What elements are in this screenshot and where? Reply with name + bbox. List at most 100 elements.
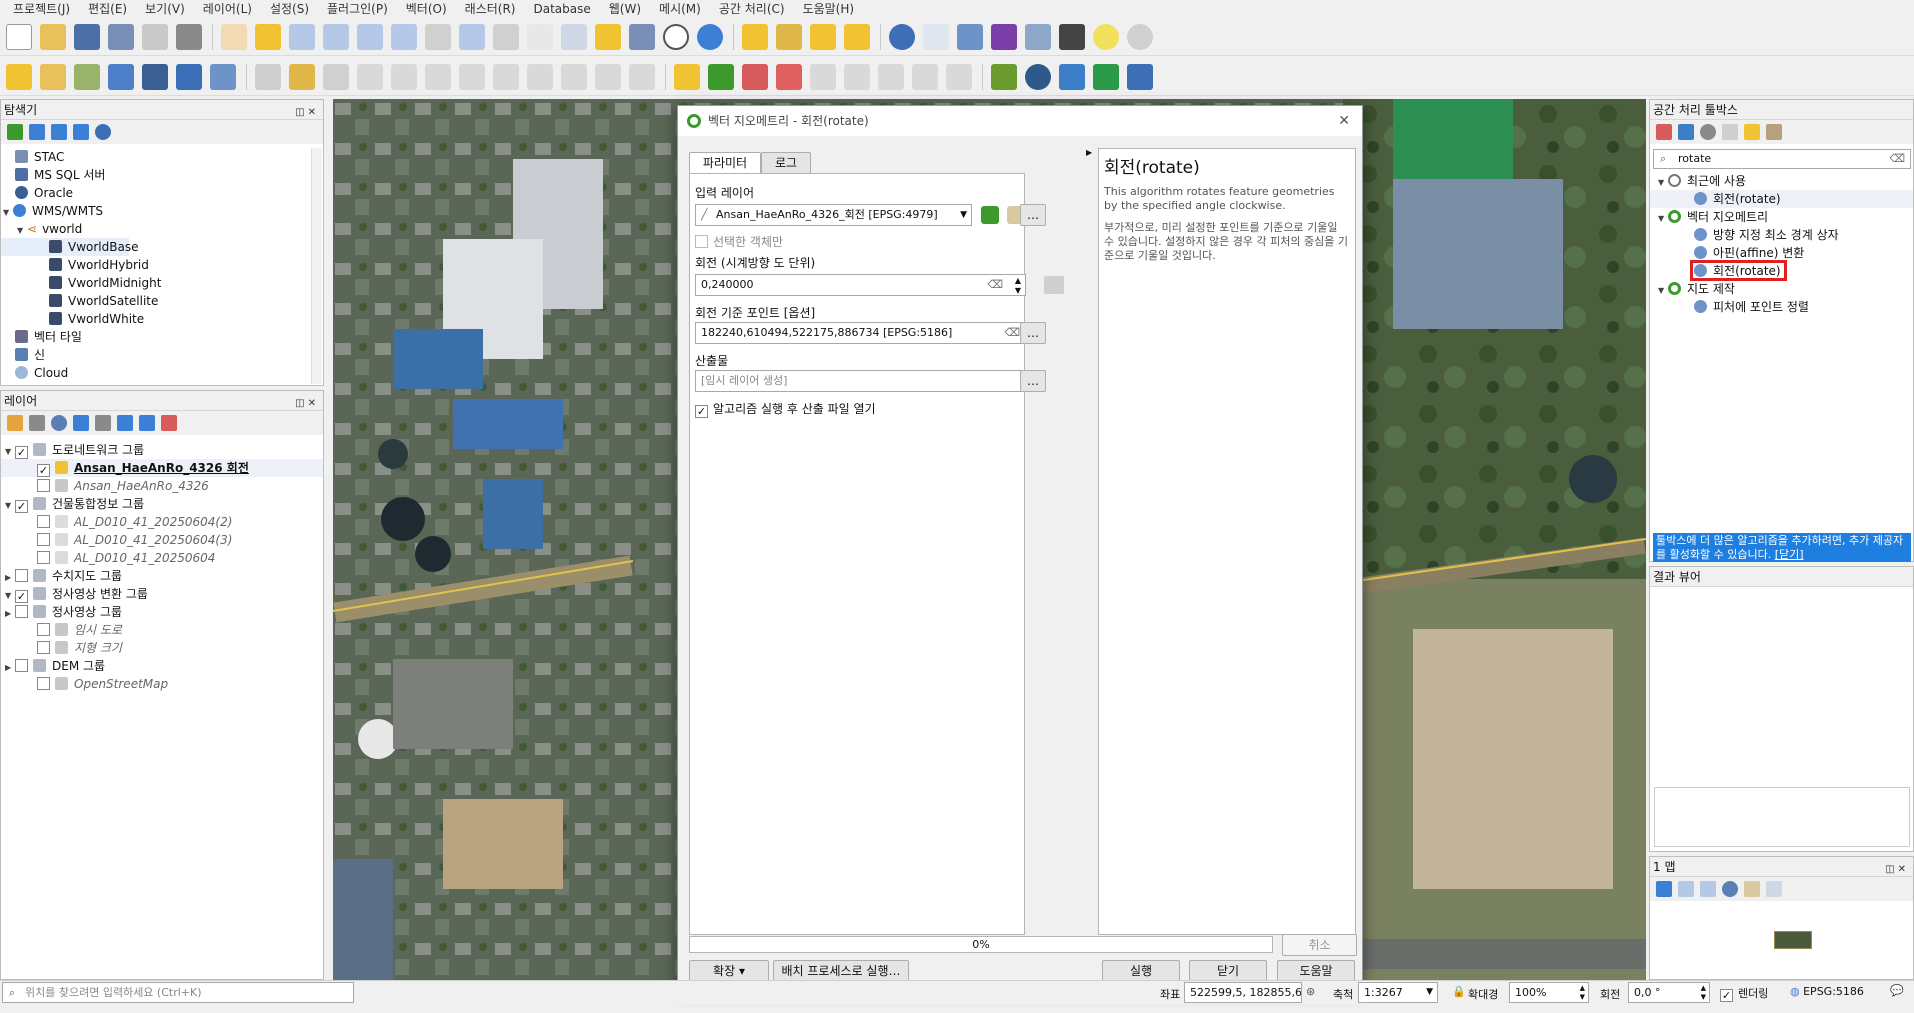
browser-item[interactable]: VworldBase <box>1 238 138 256</box>
zoom-native-icon[interactable] <box>459 23 485 50</box>
browser-item[interactable]: Oracle <box>1 184 323 202</box>
map1-visibility-icon[interactable] <box>1722 881 1738 897</box>
layer-properties-icon[interactable] <box>210 63 236 90</box>
map1-settings-icon[interactable] <box>1744 881 1760 897</box>
collapse-all-icon[interactable] <box>139 415 155 431</box>
menu-item[interactable]: 메시(M) <box>650 0 710 18</box>
python-icon[interactable] <box>1059 63 1085 90</box>
georeferencer-icon[interactable] <box>176 63 202 90</box>
close-icon[interactable]: ✕ <box>1338 106 1350 136</box>
output-more-button[interactable]: … <box>1020 370 1046 392</box>
copy-icon[interactable] <box>527 63 553 90</box>
refresh-icon[interactable] <box>697 23 723 50</box>
browser-scrollbar[interactable] <box>311 148 322 384</box>
scripts-icon[interactable] <box>1678 124 1694 140</box>
pan-to-selection-icon[interactable] <box>255 23 281 50</box>
layer-item[interactable]: AL_D010_41_20250604(2) <box>1 513 323 531</box>
label-highlight-icon[interactable] <box>776 63 802 90</box>
browser-item[interactable]: VworldMidnight <box>1 274 323 292</box>
vertex-tool-icon[interactable] <box>391 63 417 90</box>
menu-item[interactable]: 웹(W) <box>600 0 650 18</box>
options-icon[interactable] <box>1766 124 1782 140</box>
label-show-icon[interactable] <box>912 63 938 90</box>
expression-filter-icon[interactable] <box>95 415 111 431</box>
advanced-button[interactable]: 확장 ▾ <box>689 960 769 982</box>
collapse-help-icon[interactable]: ▶ <box>1086 148 1092 157</box>
plugin-globe-icon[interactable] <box>1025 63 1051 90</box>
output-input[interactable]: [임시 레이어 생성] <box>695 370 1026 392</box>
anchor-point-input[interactable]: 182240,610494,522175,886734 [EPSG:5186] ⌫ <box>695 322 1026 344</box>
virtual-layer-icon[interactable] <box>74 63 100 90</box>
visibility-icon[interactable] <box>51 415 67 431</box>
show-bookmarks-icon[interactable] <box>629 23 655 50</box>
tree-recent-rotate[interactable]: 회전(rotate) <box>1650 190 1913 208</box>
layer-item[interactable]: ▼ ✓ 정사영상 변환 그룹 <box>1 585 323 603</box>
close-button[interactable]: 닫기 <box>1189 960 1267 982</box>
toggle-extents-icon[interactable]: ⊛ <box>1306 985 1315 998</box>
zoom-out-icon[interactable] <box>323 23 349 50</box>
locator-icon[interactable] <box>1127 23 1153 50</box>
edits-icon[interactable] <box>255 63 281 90</box>
zoom-layer-icon[interactable] <box>425 23 451 50</box>
save-as-icon[interactable] <box>108 23 134 50</box>
select-location-icon[interactable] <box>844 23 870 50</box>
map1-zoom-out-icon[interactable] <box>1700 881 1716 897</box>
add-feature-icon[interactable] <box>357 63 383 90</box>
filter-icon[interactable] <box>51 124 67 140</box>
print-layout-icon[interactable] <box>142 23 168 50</box>
zoom-full-icon[interactable] <box>357 23 383 50</box>
toolbox-search-input[interactable]: ⌕ rotate ⌫ <box>1653 149 1911 169</box>
menu-item[interactable]: 공간 처리(C) <box>710 0 794 18</box>
menu-item[interactable]: 플러그인(P) <box>318 0 397 18</box>
layer-item[interactable]: ▶ DEM 그룹 <box>1 657 323 675</box>
tree-align-points[interactable]: 피처에 포인트 정렬 <box>1650 298 1913 316</box>
zoom-last-icon[interactable] <box>493 23 519 50</box>
gps-icon[interactable] <box>142 63 168 90</box>
rotation-status-input[interactable]: 0,0 ° ▲ ▼ <box>1628 982 1710 1003</box>
expand-all-icon[interactable] <box>117 415 133 431</box>
layer-item[interactable]: ▶ 수치지도 그룹 <box>1 567 323 585</box>
statistics-sigma-icon[interactable] <box>991 23 1017 50</box>
label-toolbar-icon[interactable] <box>946 63 972 90</box>
notice-close-link[interactable]: [닫기] <box>1775 548 1804 561</box>
diagram-icon[interactable] <box>708 63 734 90</box>
browser-item[interactable]: 벡터 타일 <box>1 328 323 346</box>
input-layer-combo[interactable]: ╱ Ansan_HaeAnRo_4326_회전 [EPSG:4979] ▼ <box>695 204 972 226</box>
layer-item[interactable]: OpenStreetMap <box>1 675 323 693</box>
refresh-icon[interactable] <box>29 124 45 140</box>
help-icon[interactable] <box>1127 63 1153 90</box>
label-move-icon[interactable] <box>810 63 836 90</box>
help-button[interactable]: 도움말 <box>1277 960 1355 982</box>
browser-item[interactable]: 신 <box>1 346 323 364</box>
label-change-icon[interactable] <box>878 63 904 90</box>
zoom-selection-icon[interactable] <box>391 23 417 50</box>
menu-item[interactable]: 벡터(O) <box>397 0 456 18</box>
clear-icon[interactable]: ⌫ <box>1889 150 1905 168</box>
iterate-icon[interactable] <box>981 206 999 224</box>
menu-item[interactable]: 레이어(L) <box>194 0 261 18</box>
layer-item[interactable]: 지형 크기 <box>1 639 323 657</box>
browser-item[interactable]: VworldSatellite <box>1 292 323 310</box>
menu-item[interactable]: 편집(E) <box>79 0 136 18</box>
spinbox-arrows-icon[interactable]: ▲ ▼ <box>1015 276 1021 295</box>
map1-pan-icon[interactable] <box>1656 881 1672 897</box>
browser-item[interactable]: ▼ WMS/WMTS <box>1 202 323 220</box>
style-manager-icon[interactable] <box>176 23 202 50</box>
models-icon[interactable] <box>1656 124 1672 140</box>
processing-toolbox-icon[interactable] <box>957 23 983 50</box>
layer-item[interactable]: Ansan_HaeAnRo_4326 <box>1 477 323 495</box>
scale-combo[interactable]: 1:3267 ▼ <box>1358 982 1438 1003</box>
crs-button[interactable]: ◍ EPSG:5186 <box>1790 985 1864 998</box>
bookmark-icon[interactable] <box>595 23 621 50</box>
filter-layers-icon[interactable] <box>73 415 89 431</box>
attribute-table-icon[interactable] <box>923 23 949 50</box>
modify-attributes-icon[interactable] <box>425 63 451 90</box>
data-source-manager-icon[interactable] <box>6 63 32 90</box>
edit-features-icon[interactable] <box>1744 124 1760 140</box>
tree-oriented-bbox[interactable]: 방향 지정 최소 경계 상자 <box>1650 226 1913 244</box>
tree-rotate[interactable]: 회전(rotate) <box>1650 260 1913 281</box>
open-project-icon[interactable] <box>40 23 66 50</box>
digitize-icon[interactable] <box>108 63 134 90</box>
menu-item[interactable]: 래스터(R) <box>456 0 525 18</box>
messages-icon[interactable]: 💬 <box>1890 984 1904 997</box>
